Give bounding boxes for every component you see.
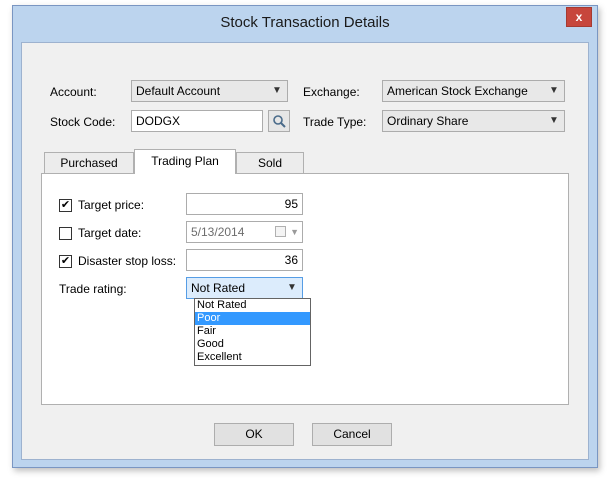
- exchange-select[interactable]: American Stock Exchange ▼: [382, 80, 565, 102]
- trading-plan-panel: ✔ Target price: 95 Target date: 5/13/201…: [41, 173, 569, 405]
- chevron-down-icon: ▼: [287, 282, 297, 293]
- trade-rating-select[interactable]: Not Rated ▼: [186, 277, 303, 299]
- account-value: Default Account: [136, 84, 221, 98]
- stock-code-label: Stock Code:: [50, 115, 116, 129]
- stop-loss-checkbox[interactable]: ✔: [59, 255, 72, 268]
- account-label: Account:: [50, 85, 97, 99]
- trade-type-select[interactable]: Ordinary Share ▼: [382, 110, 565, 132]
- dropdown-option-poor[interactable]: Poor: [195, 312, 310, 325]
- dropdown-option-not-rated[interactable]: Not Rated: [195, 299, 310, 312]
- window-title: Stock Transaction Details: [220, 14, 390, 31]
- stop-loss-input[interactable]: 36: [186, 249, 303, 271]
- stop-loss-label: Disaster stop loss:: [78, 254, 177, 268]
- target-date-checkbox[interactable]: [59, 227, 72, 240]
- tab-trading-plan[interactable]: Trading Plan: [134, 149, 236, 174]
- stock-code-input[interactable]: DODGX: [131, 110, 263, 132]
- chevron-down-icon: ▼: [290, 227, 299, 237]
- target-date-picker: 5/13/2014 ▼: [186, 221, 303, 243]
- dropdown-option-good[interactable]: Good: [195, 338, 310, 351]
- search-icon: [273, 115, 286, 128]
- exchange-label: Exchange:: [303, 85, 360, 99]
- check-icon: ✔: [60, 199, 71, 211]
- trade-rating-label: Trade rating:: [59, 282, 127, 296]
- tab-sold[interactable]: Sold: [236, 152, 304, 174]
- trade-type-value: Ordinary Share: [387, 114, 469, 128]
- trade-rating-dropdown-list: Not Rated Poor Fair Good Excellent: [194, 298, 311, 366]
- trade-rating-value: Not Rated: [191, 281, 246, 295]
- cancel-button[interactable]: Cancel: [312, 423, 392, 446]
- close-button[interactable]: x: [566, 7, 592, 27]
- trade-type-label: Trade Type:: [303, 115, 367, 129]
- stock-search-button[interactable]: [268, 110, 290, 132]
- account-select[interactable]: Default Account ▼: [131, 80, 288, 102]
- dropdown-option-fair[interactable]: Fair: [195, 325, 310, 338]
- dialog-window: Stock Transaction Details x Account: Def…: [12, 5, 598, 468]
- exchange-value: American Stock Exchange: [387, 84, 528, 98]
- chevron-down-icon: ▼: [549, 85, 559, 96]
- target-date-label: Target date:: [78, 226, 142, 240]
- target-price-label: Target price:: [78, 198, 145, 212]
- target-date-value: 5/13/2014: [191, 225, 245, 239]
- chevron-down-icon: ▼: [272, 85, 282, 96]
- dialog-body: Account: Default Account ▼ Exchange: Ame…: [21, 42, 589, 460]
- target-price-input[interactable]: 95: [186, 193, 303, 215]
- calendar-icon: [275, 226, 286, 237]
- tab-purchased[interactable]: Purchased: [44, 152, 134, 174]
- chevron-down-icon: ▼: [549, 115, 559, 126]
- ok-button[interactable]: OK: [214, 423, 294, 446]
- target-price-checkbox[interactable]: ✔: [59, 199, 72, 212]
- dropdown-option-excellent[interactable]: Excellent: [195, 351, 310, 364]
- check-icon: ✔: [60, 255, 71, 267]
- close-icon: x: [575, 10, 583, 24]
